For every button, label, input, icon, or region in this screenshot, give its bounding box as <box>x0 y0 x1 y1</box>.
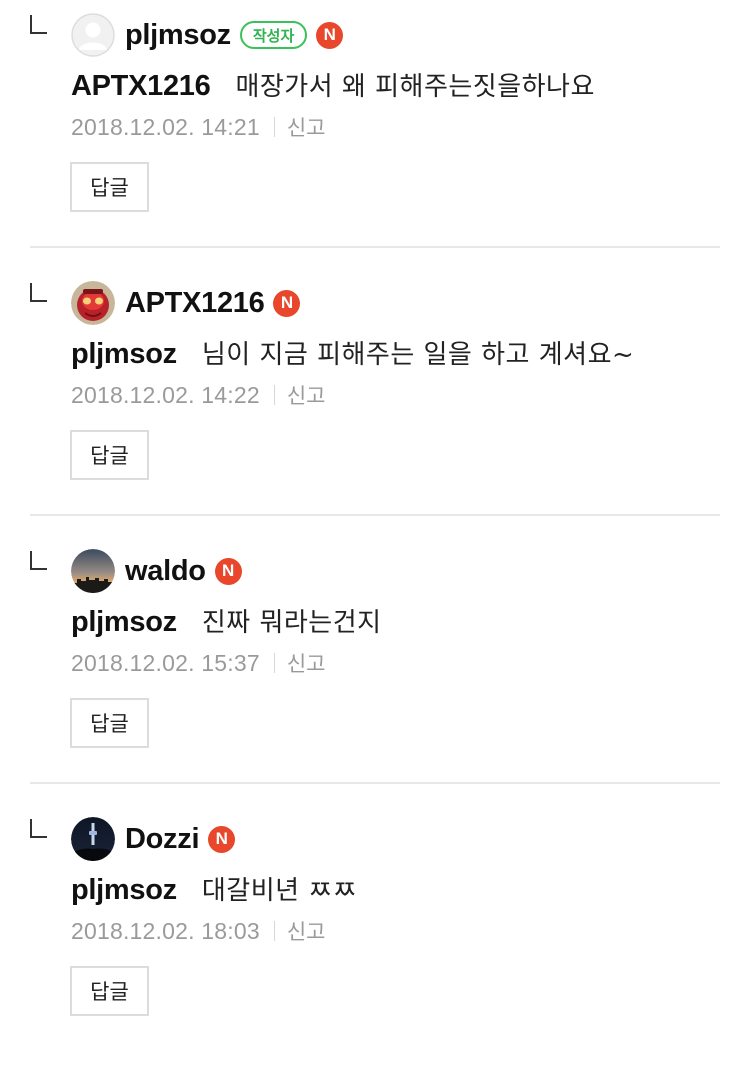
reply-button[interactable]: 답글 <box>70 966 149 1016</box>
mention-name[interactable]: APTX1216 <box>71 70 211 103</box>
comment-date: 2018.12.02. 15:37 <box>71 649 260 676</box>
comment-divider <box>30 782 720 784</box>
avatar[interactable] <box>71 549 115 593</box>
author-name[interactable]: waldo <box>125 555 206 588</box>
author-name[interactable]: pljmsoz <box>125 19 231 52</box>
comment-date: 2018.12.02. 14:21 <box>71 113 260 140</box>
report-link[interactable]: 신고 <box>287 112 326 142</box>
report-link[interactable]: 신고 <box>287 916 326 946</box>
new-badge: N <box>273 289 301 317</box>
comment-item: pljmsoz 작성자 N APTX1216 매장가서 왜 피해주는짓을하나요 … <box>0 0 750 268</box>
avatar[interactable] <box>71 281 115 325</box>
reply-button[interactable]: 답글 <box>70 162 149 212</box>
comment-text: 대갈비년 ㅉㅉ <box>201 876 358 906</box>
comment-text: 매장가서 왜 피해주는짓을하나요 <box>235 72 595 102</box>
author-name[interactable]: Dozzi <box>125 823 200 856</box>
meta-divider <box>273 921 275 941</box>
avatar[interactable] <box>71 13 115 57</box>
reply-button[interactable]: 답글 <box>70 698 149 748</box>
comment-date: 2018.12.02. 14:22 <box>71 381 260 408</box>
reply-indent-icon <box>30 283 47 302</box>
comment-date: 2018.12.02. 18:03 <box>71 917 260 944</box>
report-link[interactable]: 신고 <box>287 648 326 678</box>
meta-divider <box>273 653 275 673</box>
new-badge: N <box>208 825 236 853</box>
mention-name[interactable]: pljmsoz <box>71 606 177 639</box>
reply-indent-icon <box>30 15 47 34</box>
mention-name[interactable]: pljmsoz <box>71 874 177 907</box>
comment-text: 진짜 뭐라는건지 <box>201 608 382 638</box>
reply-button[interactable]: 답글 <box>70 430 149 480</box>
meta-divider <box>273 117 275 137</box>
mention-name[interactable]: pljmsoz <box>71 338 177 371</box>
avatar[interactable] <box>71 817 115 861</box>
comment-text: 님이 지금 피해주는 일을 하고 계셔요~ <box>201 340 635 370</box>
comment-divider <box>30 246 720 248</box>
comment-item: APTX1216 N pljmsoz 님이 지금 피해주는 일을 하고 계셔요~… <box>0 268 750 536</box>
comment-item: Dozzi N pljmsoz 대갈비년 ㅉㅉ 2018.12.02. 18:0… <box>0 804 750 1072</box>
comment-divider <box>30 514 720 516</box>
comment-item: waldo N pljmsoz 진짜 뭐라는건지 2018.12.02. 15:… <box>0 536 750 804</box>
report-link[interactable]: 신고 <box>287 380 326 410</box>
author-name[interactable]: APTX1216 <box>125 287 265 320</box>
reply-indent-icon <box>30 819 47 838</box>
new-badge: N <box>316 21 344 49</box>
new-badge: N <box>214 557 242 585</box>
reply-indent-icon <box>30 551 47 570</box>
writer-badge: 작성자 <box>239 21 308 49</box>
meta-divider <box>273 385 275 405</box>
